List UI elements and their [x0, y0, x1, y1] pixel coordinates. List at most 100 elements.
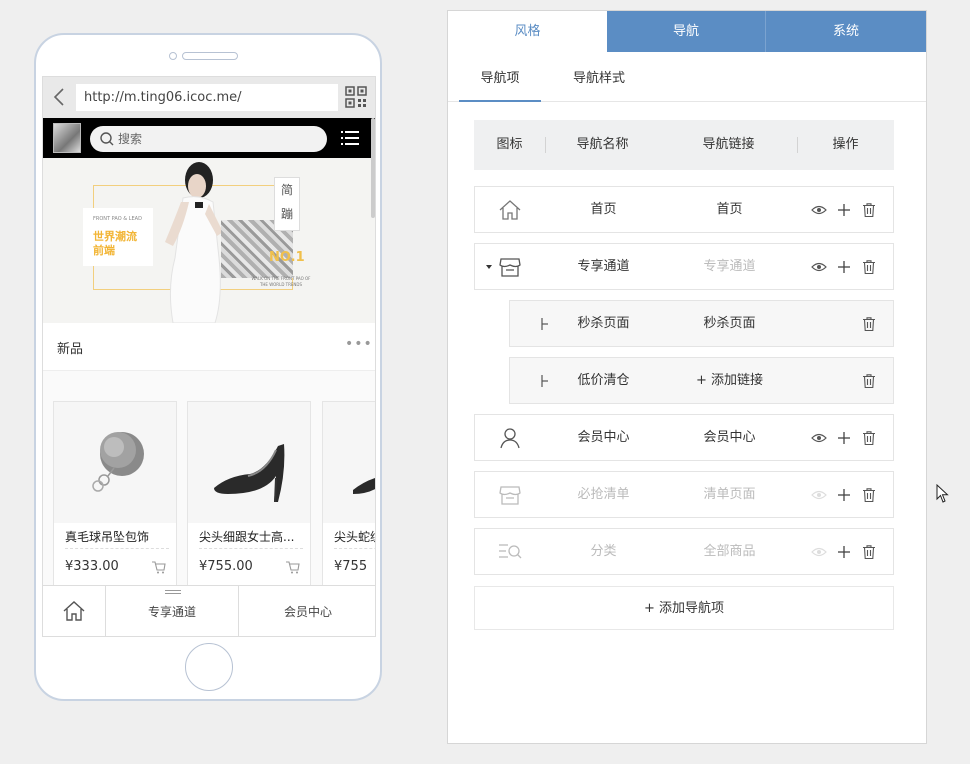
nav-name: 会员中心: [577, 430, 630, 445]
nav-subrow[interactable]: 低价清仓 + 添加链接: [509, 357, 894, 404]
nav-name: 专享通道: [577, 259, 630, 274]
subtab-nav-items[interactable]: 导航项: [459, 52, 541, 102]
qr-code-icon[interactable]: [345, 86, 367, 108]
phone-camera: [169, 52, 177, 60]
tab-system[interactable]: 系统: [766, 11, 926, 52]
nav-link[interactable]: 清单页面: [661, 472, 798, 517]
product-image: [188, 402, 310, 523]
table-header: 图标 导航名称 导航链接 操作: [474, 120, 894, 170]
nav-link[interactable]: 会员中心: [661, 415, 798, 460]
add-icon[interactable]: [836, 487, 852, 503]
nav-row[interactable]: 分类 全部商品: [474, 528, 894, 575]
tab-navigation[interactable]: 导航: [607, 11, 766, 52]
bottom-nav-home[interactable]: [43, 586, 106, 636]
eye-icon[interactable]: [811, 487, 827, 503]
product-name: 尖头细跟女士高...: [199, 529, 303, 549]
cart-icon[interactable]: [152, 561, 166, 574]
nav-link[interactable]: 首页: [661, 187, 798, 232]
col-icon: 图标: [496, 137, 523, 152]
banner-small-text: FRONT PAO & LEAD: [93, 216, 142, 222]
bottom-nav: 专享通道 会员中心: [43, 585, 375, 636]
product-price: ¥333.00: [65, 559, 119, 574]
home-icon: [499, 200, 521, 220]
more-icon[interactable]: •••: [345, 336, 373, 352]
list-search-icon: [499, 544, 522, 559]
product-image: [54, 402, 176, 523]
tab-style[interactable]: 风格: [448, 11, 607, 52]
product-name: 尖头蛇纹: [334, 529, 375, 549]
main-tabs: 风格 导航 系统: [448, 11, 926, 52]
search-placeholder: 搜索: [118, 132, 143, 146]
trash-icon[interactable]: [861, 487, 877, 503]
eye-icon[interactable]: [811, 544, 827, 560]
subtab-nav-style[interactable]: 导航样式: [558, 52, 640, 102]
nav-link[interactable]: 秒杀页面: [661, 301, 798, 346]
banner-subtext: WALK ON THE FRONT PAO OF THE WORLD TREND…: [251, 276, 311, 287]
product-card[interactable]: 真毛球吊坠包饰 ¥333.00: [53, 401, 177, 591]
col-action: 操作: [832, 137, 859, 152]
phone-speaker: [182, 52, 238, 60]
home-icon: [63, 601, 85, 621]
phone-home-button: [185, 643, 233, 691]
product-name: 真毛球吊坠包饰: [65, 529, 169, 549]
product-image: [323, 402, 375, 523]
add-link-button[interactable]: + 添加链接: [661, 358, 798, 403]
search-input[interactable]: 搜索: [90, 126, 327, 152]
store-icon: [499, 486, 521, 505]
trash-icon[interactable]: [861, 202, 877, 218]
add-icon[interactable]: [836, 544, 852, 560]
menu-icon[interactable]: [341, 130, 359, 146]
product-price: ¥755.00: [199, 559, 253, 574]
nav-name: 低价清仓: [577, 373, 630, 388]
nav-link[interactable]: 专享通道: [661, 244, 798, 289]
product-card[interactable]: 尖头细跟女士高... ¥755.00: [187, 401, 311, 591]
trash-icon[interactable]: [861, 544, 877, 560]
bottom-nav-vip[interactable]: 专享通道: [106, 586, 239, 636]
url-field[interactable]: http://m.ting06.icoc.me/: [76, 84, 338, 111]
product-price: ¥755: [334, 559, 368, 574]
nav-row[interactable]: 专享通道 专享通道: [474, 243, 894, 290]
col-link: 导航链接: [702, 137, 755, 152]
nav-link[interactable]: 全部商品: [661, 529, 798, 574]
add-icon[interactable]: [836, 259, 852, 275]
store-icon: [499, 258, 521, 277]
nav-name: 秒杀页面: [577, 316, 630, 331]
add-nav-item-button[interactable]: + 添加导航项: [474, 586, 894, 630]
product-list: 真毛球吊坠包饰 ¥333.00 尖头细跟女士高... ¥755.00 尖头蛇 ¥…: [43, 371, 375, 591]
scrollbar[interactable]: [371, 118, 375, 218]
trash-icon[interactable]: [861, 259, 877, 275]
expand-caret-icon[interactable]: [486, 265, 492, 269]
nav-name: 首页: [590, 202, 617, 217]
site-logo[interactable]: [53, 123, 81, 153]
sub-tabs: 导航项 导航样式: [448, 52, 926, 102]
nav-subrow[interactable]: 秒杀页面 秒杀页面: [509, 300, 894, 347]
trash-icon[interactable]: [861, 373, 877, 389]
site-header: 搜索: [43, 118, 375, 158]
banner-image[interactable]: FRONT PAO & LEAD 世界潮流 前端 NO.1 WALK ON THE…: [43, 158, 375, 323]
add-icon[interactable]: [836, 430, 852, 446]
product-card[interactable]: 尖头蛇纹 ¥755: [322, 401, 375, 591]
col-name: 导航名称: [576, 137, 629, 152]
settings-panel: 风格 导航 系统 导航项 导航样式 图标 导航名称 导航链接 操作 首页 首页 …: [447, 10, 927, 744]
eye-icon[interactable]: [811, 202, 827, 218]
nav-row[interactable]: 首页 首页: [474, 186, 894, 233]
cart-icon[interactable]: [286, 561, 300, 574]
mouse-cursor-icon: [936, 484, 949, 503]
trash-icon[interactable]: [861, 316, 877, 332]
nav-row[interactable]: 必抢清单 清单页面: [474, 471, 894, 518]
back-icon[interactable]: [51, 87, 67, 107]
section-title: 新品: [57, 342, 84, 357]
browser-bar: http://m.ting06.icoc.me/: [43, 77, 375, 118]
nav-row[interactable]: 会员中心 会员中心: [474, 414, 894, 461]
add-icon[interactable]: [836, 202, 852, 218]
banner-no1: NO.1: [269, 250, 305, 265]
eye-icon[interactable]: [811, 430, 827, 446]
bottom-nav-member[interactable]: 会员中心: [239, 586, 375, 636]
search-icon: [100, 132, 114, 146]
section-header: 新品 •••: [43, 323, 375, 371]
user-icon: [500, 428, 520, 449]
eye-icon[interactable]: [811, 259, 827, 275]
trash-icon[interactable]: [861, 430, 877, 446]
banner-title: 世界潮流 前端: [93, 230, 137, 257]
nav-name: 必抢清单: [577, 487, 630, 502]
